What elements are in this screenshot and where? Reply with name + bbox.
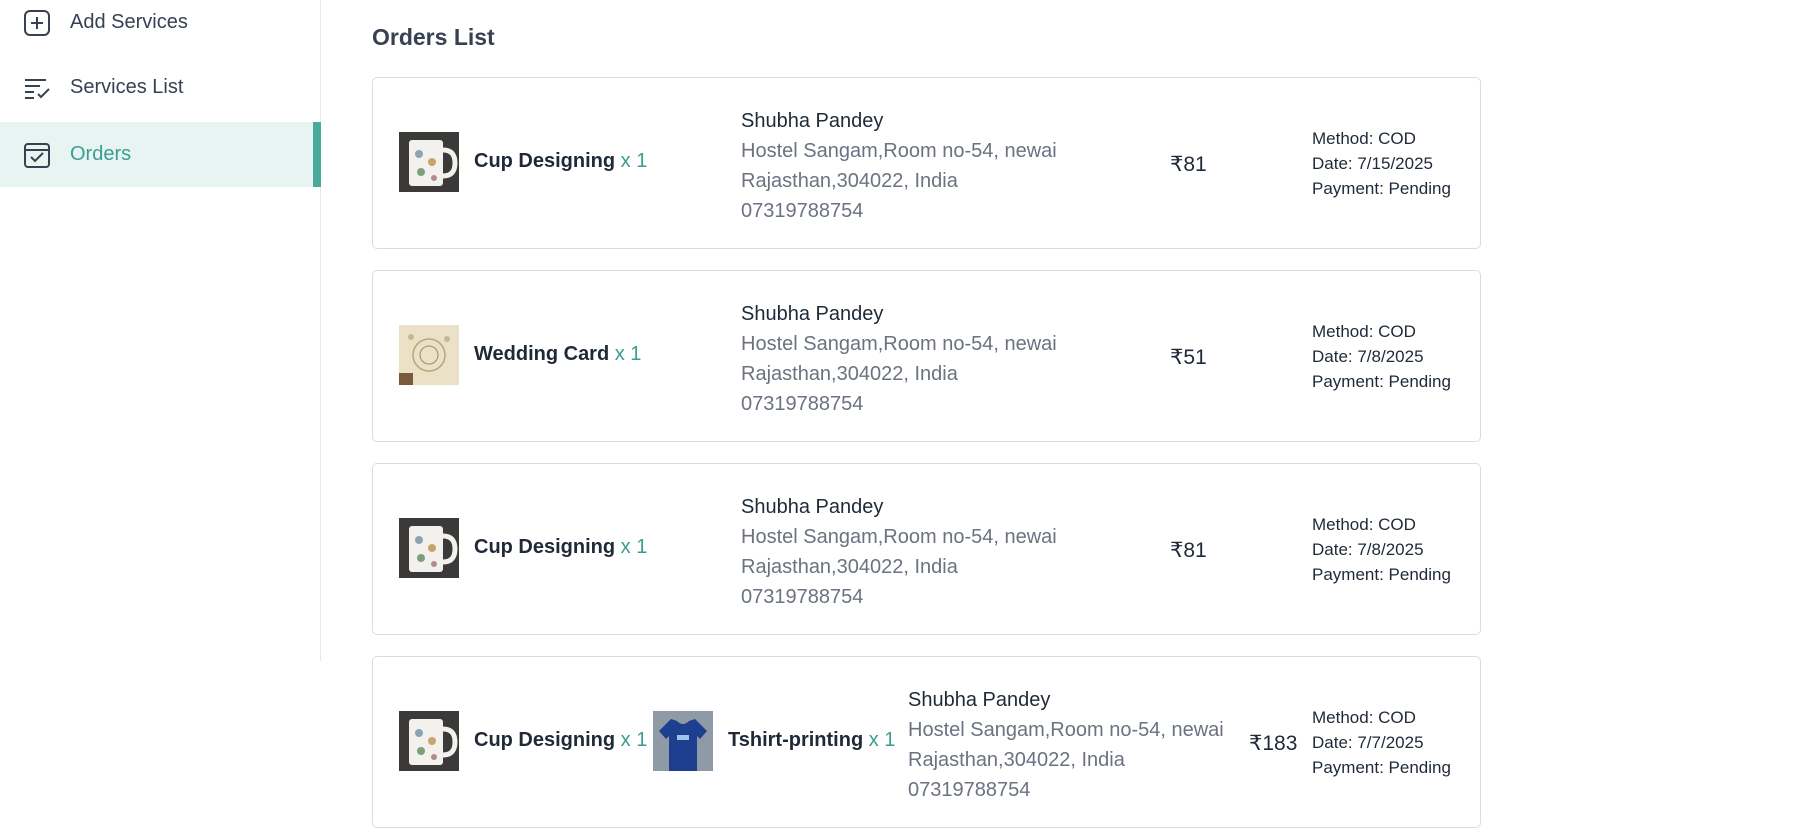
mug-image — [399, 518, 459, 578]
payment-status: Payment: Pending — [1312, 565, 1451, 584]
order-meta: Method: COD Date: 7/15/2025 Payment: Pen… — [1312, 126, 1451, 201]
item-qty: x 1 — [620, 150, 648, 172]
item-qty: x 1 — [620, 536, 648, 558]
item-qty: x 1 — [868, 729, 896, 751]
address-line: Rajasthan,304022, India — [741, 556, 958, 578]
order-meta: Method: COD Date: 7/8/2025 Payment: Pend… — [1312, 512, 1451, 587]
mug-image — [399, 711, 459, 771]
sidebar-item-services-list[interactable]: Services List — [0, 55, 321, 120]
item-name: Wedding Card x 1 — [474, 343, 642, 365]
payment-status: Payment: Pending — [1312, 372, 1451, 391]
order-meta: Method: COD Date: 7/7/2025 Payment: Pend… — [1312, 705, 1451, 780]
order-card: Cup Designing x 1 Shubha Pandey Hostel S… — [372, 463, 1481, 635]
sidebar: Add Services Services List Orders — [0, 0, 321, 661]
payment-method: Method: COD — [1312, 129, 1416, 148]
address-line: Rajasthan,304022, India — [908, 749, 1125, 771]
item-name: Cup Designing x 1 — [474, 150, 648, 172]
sidebar-item-label: Orders — [70, 143, 132, 165]
order-meta: Method: COD Date: 7/8/2025 Payment: Pend… — [1312, 319, 1451, 394]
order-amount: ₹81 — [1170, 153, 1207, 176]
order-date: Date: 7/8/2025 — [1312, 540, 1424, 559]
address-line: Hostel Sangam,Room no-54, newai — [741, 526, 1057, 548]
order-amount: ₹81 — [1170, 539, 1207, 562]
payment-status: Payment: Pending — [1312, 179, 1451, 198]
order-card: Cup Designing x 1 Shubha Pandey Hostel S… — [372, 77, 1481, 249]
order-date: Date: 7/8/2025 — [1312, 347, 1424, 366]
phone-number: 07319788754 — [908, 779, 1031, 801]
mug-image — [399, 132, 459, 192]
item-name: Cup Designing x 1 — [474, 536, 648, 558]
tshirt-image — [653, 711, 713, 771]
payment-method: Method: COD — [1312, 322, 1416, 341]
customer-name: Shubha Pandey — [741, 110, 884, 132]
phone-number: 07319788754 — [741, 200, 864, 222]
customer-name: Shubha Pandey — [908, 689, 1051, 711]
address-line: Hostel Sangam,Room no-54, newai — [741, 333, 1057, 355]
customer-name: Shubha Pandey — [741, 496, 884, 518]
order-date: Date: 7/7/2025 — [1312, 733, 1424, 752]
item-qty: x 1 — [620, 729, 648, 751]
active-indicator — [313, 122, 321, 187]
address-block: Shubha Pandey Hostel Sangam,Room no-54, … — [741, 492, 1057, 612]
item-qty: x 1 — [614, 343, 642, 365]
page-title: Orders List — [372, 24, 495, 50]
add-square-icon — [24, 9, 50, 36]
address-line: Hostel Sangam,Room no-54, newai — [741, 140, 1057, 162]
list-check-icon — [25, 78, 50, 99]
sidebar-item-label: Add Services — [70, 11, 188, 33]
phone-number: 07319788754 — [741, 393, 864, 415]
wedding-card-image — [399, 325, 459, 385]
address-line: Rajasthan,304022, India — [741, 363, 958, 385]
sidebar-item-orders[interactable]: Orders — [0, 122, 321, 187]
sidebar-item-add-services[interactable]: Add Services — [0, 0, 321, 55]
address-line: Rajasthan,304022, India — [741, 170, 958, 192]
order-amount: ₹51 — [1170, 346, 1207, 369]
sidebar-item-label: Services List — [70, 76, 184, 98]
order-date: Date: 7/15/2025 — [1312, 154, 1433, 173]
address-line: Hostel Sangam,Room no-54, newai — [908, 719, 1224, 741]
address-block: Shubha Pandey Hostel Sangam,Room no-54, … — [741, 299, 1057, 419]
calendar-check-icon — [24, 142, 50, 168]
phone-number: 07319788754 — [741, 586, 864, 608]
customer-name: Shubha Pandey — [741, 303, 884, 325]
order-amount: ₹183 — [1249, 732, 1298, 755]
address-block: Shubha Pandey Hostel Sangam,Room no-54, … — [908, 685, 1224, 805]
order-card: Cup Designing x 1 Tshirt-printing x 1 Sh… — [372, 656, 1481, 828]
item-name: Cup Designing x 1 — [474, 729, 648, 751]
item-name: Tshirt-printing x 1 — [728, 729, 896, 751]
payment-method: Method: COD — [1312, 708, 1416, 727]
order-card: Wedding Card x 1 Shubha Pandey Hostel Sa… — [372, 270, 1481, 442]
payment-method: Method: COD — [1312, 515, 1416, 534]
payment-status: Payment: Pending — [1312, 758, 1451, 777]
address-block: Shubha Pandey Hostel Sangam,Room no-54, … — [741, 106, 1057, 226]
